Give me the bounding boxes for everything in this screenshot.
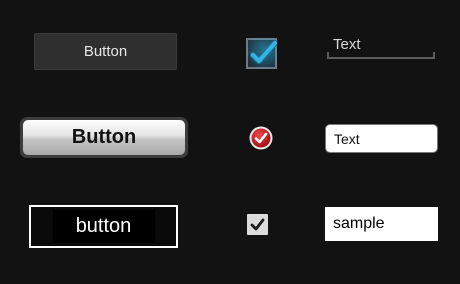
red-checkbox[interactable] xyxy=(249,126,273,150)
check-icon xyxy=(246,38,278,69)
glossy-button-face: Button xyxy=(23,120,185,155)
dark-button-label: Button xyxy=(83,43,128,60)
rounded-text-value: Text xyxy=(334,130,360,147)
check-circle-icon xyxy=(249,126,273,150)
holo-text-value: Text xyxy=(333,36,361,53)
glossy-button-label: Button xyxy=(71,126,137,148)
outlined-button[interactable]: button xyxy=(29,205,178,248)
gray-checkbox[interactable] xyxy=(247,214,268,235)
plain-text-value: sample xyxy=(333,215,385,232)
rounded-text-field[interactable]: Text xyxy=(325,124,438,153)
outlined-button-face: button xyxy=(52,210,155,243)
check-icon xyxy=(250,218,265,231)
holo-checkbox[interactable] xyxy=(246,38,278,69)
plain-text-field[interactable]: sample xyxy=(325,207,438,241)
outlined-button-label: button xyxy=(75,215,132,237)
glossy-button[interactable]: Button xyxy=(20,117,188,158)
dark-button[interactable]: Button xyxy=(34,33,177,70)
